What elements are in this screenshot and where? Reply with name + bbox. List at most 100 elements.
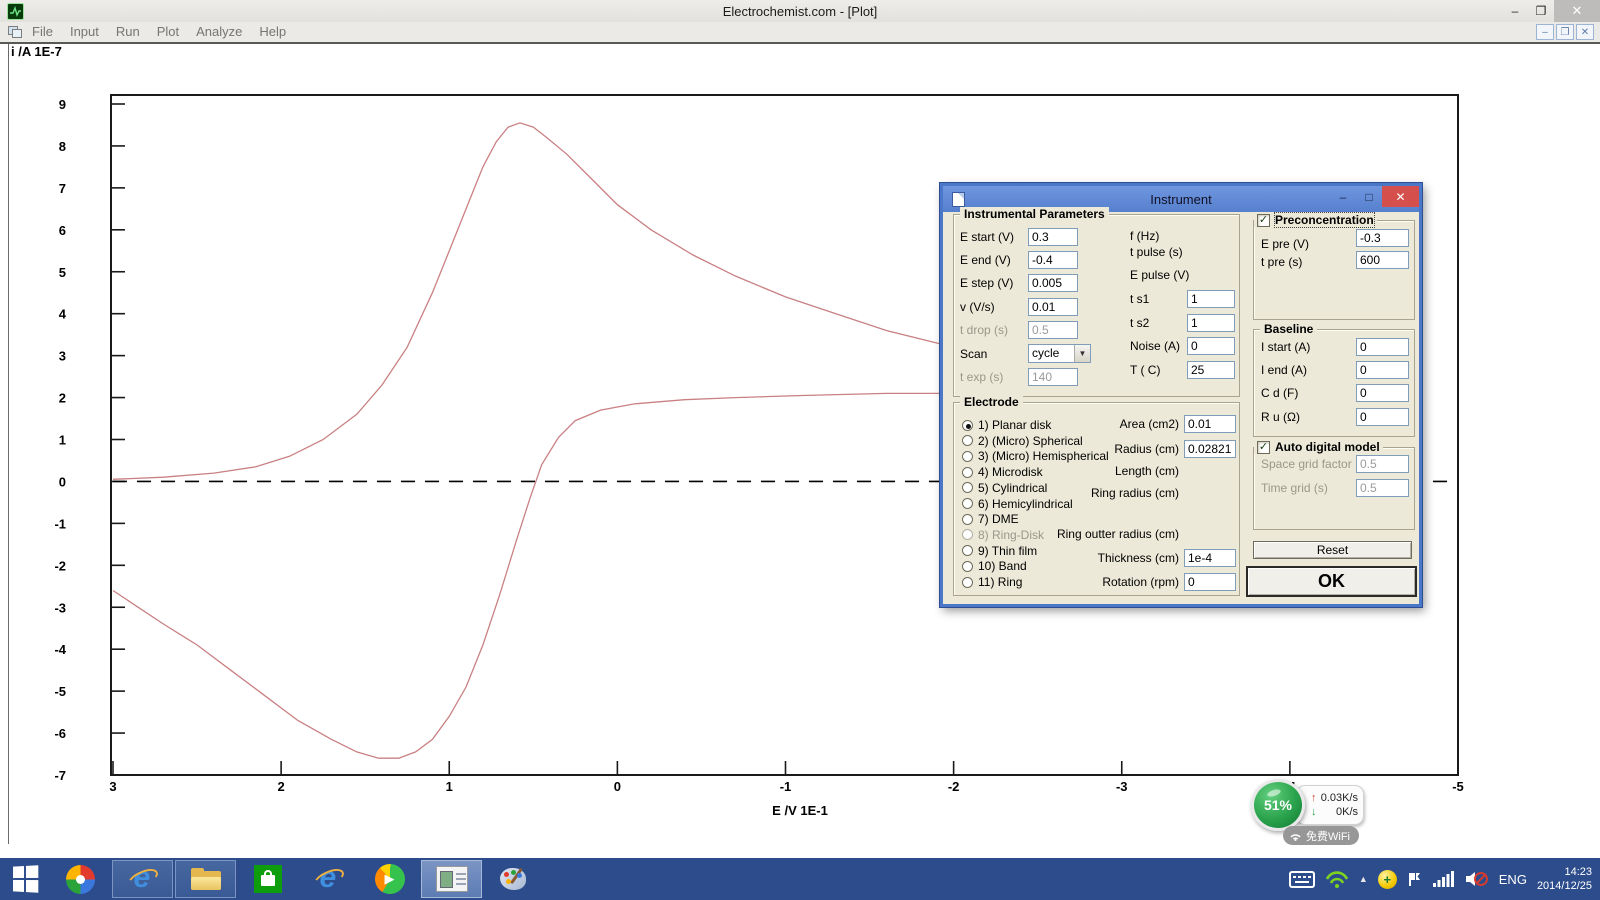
flag-icon[interactable] — [1407, 871, 1423, 888]
pinwheel-browser-icon — [66, 865, 95, 894]
free-wifi-badge[interactable]: 免费WiFi — [1283, 826, 1359, 845]
taskbar-app-internet-explorer[interactable]: e — [112, 860, 173, 898]
close-button[interactable]: ✕ — [1554, 0, 1600, 22]
param-input[interactable] — [1028, 251, 1078, 269]
dialog-minimize-button[interactable]: – — [1330, 186, 1356, 208]
field-label: t exp (s) — [960, 370, 1003, 384]
clock[interactable]: 14:23 2014/12/25 — [1537, 865, 1592, 893]
minimize-button[interactable]: – — [1502, 0, 1528, 22]
radio-button[interactable] — [962, 577, 973, 588]
y-tick-label: -6 — [54, 726, 66, 741]
memory-usage-ball[interactable]: 51% — [1251, 779, 1305, 831]
dialog-close-button[interactable]: ✕ — [1382, 186, 1419, 207]
download-speed: 0K/s — [1336, 805, 1358, 819]
menu-separator — [0, 42, 1600, 44]
param-input[interactable] — [1028, 368, 1078, 386]
radio-button[interactable] — [962, 514, 973, 525]
radio-button[interactable] — [962, 435, 973, 446]
y-tick-label: 2 — [59, 391, 66, 406]
param-input[interactable] — [1028, 321, 1078, 339]
clock-date: 2014/12/25 — [1537, 879, 1592, 893]
electrode-option[interactable]: 7) DME — [962, 512, 1019, 526]
signal-bars-icon[interactable] — [1433, 871, 1455, 887]
chevron-up-icon[interactable]: ▲ — [1359, 874, 1368, 884]
volume-muted-icon[interactable] — [1465, 870, 1489, 888]
menu-item-file[interactable]: File — [32, 24, 53, 39]
field-input[interactable] — [1356, 455, 1409, 473]
field-input[interactable] — [1356, 384, 1409, 402]
mdi-minimize-button[interactable]: – — [1536, 24, 1554, 40]
y-tick-label: -5 — [54, 684, 66, 699]
preconcentration-checkbox[interactable]: ✓ — [1257, 214, 1270, 227]
radio-button[interactable] — [962, 451, 973, 462]
radio-button[interactable] — [962, 467, 973, 478]
mdi-document-icon[interactable] — [8, 26, 22, 38]
antivirus-icon[interactable]: + — [1378, 870, 1397, 889]
group-preconcentration: E pre (V)t pre (s) — [1253, 220, 1415, 320]
menu-item-plot[interactable]: Plot — [157, 24, 179, 39]
param-input[interactable] — [1187, 290, 1235, 308]
taskbar-app-windows-store[interactable] — [237, 858, 298, 900]
menu-item-run[interactable]: Run — [116, 24, 140, 39]
field-label: Ring outter radius (cm) — [1014, 527, 1179, 541]
select-dropdown-arrow-icon[interactable]: ▼ — [1074, 345, 1090, 362]
param-input[interactable] — [1187, 337, 1235, 355]
field-input[interactable] — [1356, 338, 1409, 356]
windows-logo-icon — [13, 865, 38, 892]
menu-item-analyze[interactable]: Analyze — [196, 24, 242, 39]
y-tick-label: -1 — [54, 516, 66, 531]
field-label: t drop (s) — [960, 323, 1008, 337]
electrode-field-input[interactable] — [1184, 573, 1236, 591]
mdi-close-button[interactable]: ✕ — [1576, 24, 1594, 40]
electrode-field-input[interactable] — [1184, 549, 1236, 567]
taskbar-app-paint[interactable] — [483, 858, 544, 900]
param-input[interactable] — [1187, 314, 1235, 332]
restore-button[interactable]: ❐ — [1528, 0, 1554, 22]
radio-button[interactable] — [962, 561, 973, 572]
wifi-tray-icon[interactable] — [1325, 870, 1349, 888]
group-electrode: Electrode 1) Planar disk2) (Micro) Spher… — [953, 402, 1240, 596]
param-input[interactable] — [1028, 228, 1078, 246]
clock-time: 14:23 — [1537, 865, 1592, 879]
ok-button[interactable]: OK — [1246, 566, 1417, 597]
file-explorer-icon — [191, 868, 221, 890]
radio-button[interactable] — [962, 420, 973, 431]
electrode-field-input[interactable] — [1184, 440, 1236, 458]
auto-digital-toggle: ✓ Auto digital model — [1254, 440, 1383, 454]
radio-button[interactable] — [962, 482, 973, 493]
field-input[interactable] — [1356, 251, 1409, 269]
menu-item-help[interactable]: Help — [259, 24, 286, 39]
menu-item-input[interactable]: Input — [70, 24, 99, 39]
wifi-icon — [1289, 831, 1302, 841]
field-input[interactable] — [1356, 479, 1409, 497]
field-input[interactable] — [1356, 229, 1409, 247]
field-input[interactable] — [1356, 361, 1409, 379]
group-baseline: Baseline I start (A)I end (A)C d (F)R u … — [1253, 329, 1415, 437]
x-tick-label: -3 — [1116, 779, 1128, 794]
mdi-restore-button[interactable]: ❐ — [1556, 24, 1574, 40]
taskbar-app-internet-explorer[interactable]: e — [298, 858, 359, 900]
taskbar-app-electrochemist-window[interactable] — [421, 860, 482, 898]
internet-explorer-icon: e — [127, 864, 159, 894]
radio-button[interactable] — [962, 529, 973, 540]
touch-keyboard-icon[interactable] — [1289, 871, 1315, 888]
scan-mode-select[interactable]: cycle▼ — [1028, 344, 1091, 363]
start-button[interactable] — [0, 858, 50, 900]
radio-button[interactable] — [962, 498, 973, 509]
dialog-maximize-button[interactable]: □ — [1356, 186, 1382, 208]
language-indicator[interactable]: ENG — [1499, 872, 1527, 887]
auto-digital-checkbox[interactable]: ✓ — [1257, 441, 1270, 454]
electrode-field-input[interactable] — [1184, 415, 1236, 433]
param-input[interactable] — [1187, 361, 1235, 379]
x-tick-label: 1 — [446, 779, 453, 794]
taskbar-app-tencent-video[interactable]: ▶ — [359, 858, 420, 900]
field-label: Length (cm) — [1014, 464, 1179, 478]
param-input[interactable] — [1028, 298, 1078, 316]
y-tick-label: -2 — [54, 558, 66, 573]
param-input[interactable] — [1028, 274, 1078, 292]
taskbar-app-file-explorer[interactable] — [175, 860, 236, 898]
radio-button[interactable] — [962, 545, 973, 556]
taskbar-app-pinwheel-browser[interactable] — [50, 858, 111, 900]
field-input[interactable] — [1356, 408, 1409, 426]
reset-button[interactable]: Reset — [1253, 541, 1412, 559]
